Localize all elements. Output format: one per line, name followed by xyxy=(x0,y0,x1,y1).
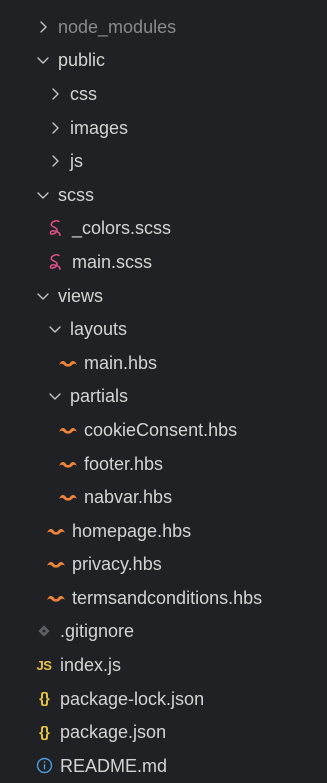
tree-item-label: main.hbs xyxy=(84,352,158,373)
file-homepage-hbs[interactable]: homepage.hbs xyxy=(0,514,327,548)
file-gitignore[interactable]: .gitignore xyxy=(0,615,327,649)
handlebars-file-icon xyxy=(46,555,66,573)
folder-images[interactable]: images xyxy=(0,111,327,145)
chevron-right-icon[interactable] xyxy=(46,152,64,170)
file-privacy-hbs[interactable]: privacy.hbs xyxy=(0,548,327,582)
tree-item-label: cookieConsent.hbs xyxy=(84,419,238,440)
tree-item-label: scss xyxy=(58,184,94,205)
tree-item-label: homepage.hbs xyxy=(72,520,192,541)
tree-item-label: footer.hbs xyxy=(84,453,164,474)
handlebars-file-icon xyxy=(58,354,78,372)
folder-partials[interactable]: partials xyxy=(0,380,327,414)
tree-item-label: node_modules xyxy=(58,16,177,37)
tree-item-label: nabvar.hbs xyxy=(84,487,173,508)
json-file-icon: {} xyxy=(39,723,50,741)
chevron-right-icon[interactable] xyxy=(46,85,64,103)
folder-css[interactable]: css xyxy=(0,77,327,111)
javascript-file-icon: JS xyxy=(36,657,52,673)
tree-item-label: _colors.scss xyxy=(72,218,172,239)
file-package-lock-json[interactable]: {} package-lock.json xyxy=(0,682,327,716)
folder-views[interactable]: views xyxy=(0,279,327,313)
file-package-json[interactable]: {} package.json xyxy=(0,715,327,749)
tree-item-label: package-lock.json xyxy=(60,688,205,709)
chevron-down-icon[interactable] xyxy=(34,51,52,69)
tree-item-label: partials xyxy=(70,386,129,407)
tree-item-label: index.js xyxy=(60,655,122,676)
info-icon xyxy=(34,757,54,775)
tree-item-label: public xyxy=(58,50,106,71)
tree-item-label: layouts xyxy=(70,319,128,340)
sass-file-icon xyxy=(46,253,66,271)
tree-item-label: termsandconditions.hbs xyxy=(72,587,263,608)
tree-item-label: images xyxy=(70,117,129,138)
chevron-right-icon[interactable] xyxy=(46,119,64,137)
file-main-hbs[interactable]: main.hbs xyxy=(0,346,327,380)
folder-scss[interactable]: scss xyxy=(0,178,327,212)
file-explorer-tree: node_modulespublic css images js scss _colors… xyxy=(0,0,327,782)
handlebars-file-icon xyxy=(46,522,66,540)
folder-js[interactable]: js xyxy=(0,144,327,178)
folder-node-modules[interactable]: node_modules xyxy=(0,10,327,44)
git-file-icon xyxy=(34,622,54,640)
folder-layouts[interactable]: layouts xyxy=(0,312,327,346)
chevron-right-icon[interactable] xyxy=(34,18,52,36)
json-file-icon: {} xyxy=(39,690,50,708)
file-termsandconditions-hbs[interactable]: termsandconditions.hbs xyxy=(0,581,327,615)
handlebars-file-icon xyxy=(58,455,78,473)
handlebars-file-icon xyxy=(58,488,78,506)
folder-public[interactable]: public xyxy=(0,44,327,78)
file-readme-md[interactable]: README.md xyxy=(0,749,327,783)
chevron-down-icon[interactable] xyxy=(46,320,64,338)
handlebars-file-icon xyxy=(58,421,78,439)
tree-item-label: .gitignore xyxy=(60,621,135,642)
file-index-js[interactable]: JS index.js xyxy=(0,648,327,682)
chevron-down-icon[interactable] xyxy=(34,287,52,305)
file-cookieconsent-hbs[interactable]: cookieConsent.hbs xyxy=(0,413,327,447)
handlebars-file-icon xyxy=(46,589,66,607)
tree-item-label: README.md xyxy=(60,755,168,776)
tree-item-label: privacy.hbs xyxy=(72,554,162,575)
sass-file-icon xyxy=(46,219,66,237)
tree-item-label: package.json xyxy=(60,722,167,743)
file-nabvar-hbs[interactable]: nabvar.hbs xyxy=(0,480,327,514)
file-colors-scss[interactable]: _colors.scss xyxy=(0,212,327,246)
chevron-down-icon[interactable] xyxy=(46,387,64,405)
tree-item-label: js xyxy=(70,151,83,172)
file-footer-hbs[interactable]: footer.hbs xyxy=(0,447,327,481)
tree-item-label: css xyxy=(70,83,97,104)
chevron-down-icon[interactable] xyxy=(34,186,52,204)
tree-item-label: views xyxy=(58,285,104,306)
tree-item-label: main.scss xyxy=(72,251,153,272)
file-main-scss[interactable]: main.scss xyxy=(0,245,327,279)
